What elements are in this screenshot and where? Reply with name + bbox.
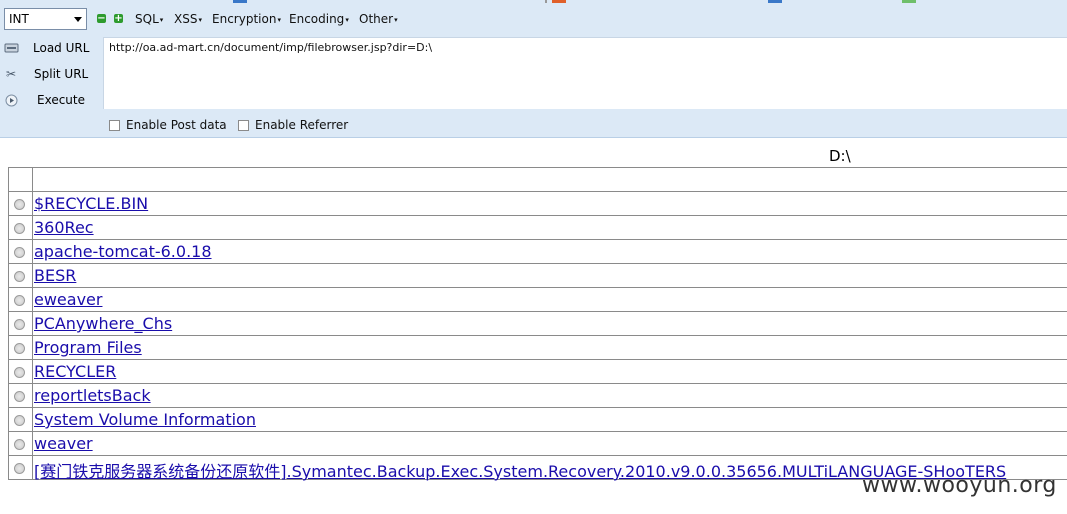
table-row: reportletsBack xyxy=(8,384,1067,408)
select-radio[interactable] xyxy=(14,463,25,474)
table-row: PCAnywhere_Chs xyxy=(8,312,1067,336)
plus-icon[interactable]: + xyxy=(114,14,123,24)
browser-tab-strip xyxy=(0,0,1067,3)
caret-icon: ▾ xyxy=(394,15,398,24)
table-row: Program Files xyxy=(8,336,1067,360)
file-link[interactable]: RECYCLER xyxy=(34,362,116,381)
select-radio[interactable] xyxy=(14,247,25,258)
file-link[interactable]: 360Rec xyxy=(34,218,94,237)
referrer-checkbox-box[interactable] xyxy=(238,119,249,131)
load-url-label: Load URL xyxy=(33,41,90,55)
file-link[interactable]: weaver xyxy=(34,434,93,453)
menu-encoding-label: Encoding xyxy=(289,12,345,26)
enable-referrer-checkbox[interactable]: Enable Referrer xyxy=(238,118,348,132)
file-link[interactable]: PCAnywhere_Chs xyxy=(34,314,172,333)
caret-icon: ▾ xyxy=(345,15,349,24)
caret-icon: ▾ xyxy=(159,15,164,24)
enable-post-label: Enable Post data xyxy=(126,118,227,132)
file-table: $RECYCLE.BIN 360Rec apache-tomcat-6.0.18… xyxy=(8,167,1067,482)
select-radio[interactable] xyxy=(14,439,25,450)
chevron-down-icon xyxy=(74,17,82,22)
scissors-icon: ✂ xyxy=(5,67,17,81)
table-row: 360Rec xyxy=(8,216,1067,240)
file-link[interactable]: eweaver xyxy=(34,290,102,309)
file-link[interactable]: apache-tomcat-6.0.18 xyxy=(34,242,212,261)
select-radio[interactable] xyxy=(14,391,25,402)
table-row: $RECYCLE.BIN xyxy=(8,192,1067,216)
caret-icon: ▾ xyxy=(198,15,202,24)
execute-button[interactable]: Execute xyxy=(0,89,100,113)
select-radio[interactable] xyxy=(14,415,25,426)
table-row: System Volume Information xyxy=(8,408,1067,432)
menu-sql-label: SQL xyxy=(135,12,159,26)
enable-referrer-label: Enable Referrer xyxy=(255,118,349,132)
select-radio[interactable] xyxy=(14,223,25,234)
table-header-row xyxy=(8,168,1067,192)
select-radio[interactable] xyxy=(14,343,25,354)
watermark: www.wooyun.org xyxy=(862,473,1057,498)
caret-icon: ▾ xyxy=(277,15,281,24)
file-link[interactable]: [赛门铁克服务器系统备份还原软件].Symantec.Backup.Exec.S… xyxy=(34,458,1006,482)
menu-other-label: Other xyxy=(359,12,394,26)
table-row: weaver xyxy=(8,432,1067,456)
type-select[interactable]: INT xyxy=(4,8,87,30)
select-radio[interactable] xyxy=(14,367,25,378)
file-link[interactable]: $RECYCLE.BIN xyxy=(34,194,148,213)
load-icon xyxy=(3,41,19,55)
select-radio[interactable] xyxy=(14,319,25,330)
minus-icon[interactable]: − xyxy=(97,14,106,24)
split-url-label: Split URL xyxy=(34,67,89,81)
split-url-button[interactable]: ✂ Split URL xyxy=(0,63,100,87)
file-link[interactable]: System Volume Information xyxy=(34,410,256,429)
select-radio[interactable] xyxy=(14,199,25,210)
url-textarea[interactable]: http://oa.ad-mart.cn/document/imp/filebr… xyxy=(103,37,1067,109)
table-row: eweaver xyxy=(8,288,1067,312)
play-icon xyxy=(3,93,19,107)
select-radio[interactable] xyxy=(14,295,25,306)
file-link[interactable]: Program Files xyxy=(34,338,142,357)
menu-sql[interactable]: SQL▾ xyxy=(135,12,163,26)
execute-label: Execute xyxy=(37,93,85,107)
post-checkbox-box[interactable] xyxy=(109,119,120,131)
file-link[interactable]: reportletsBack xyxy=(34,386,151,405)
table-row: apache-tomcat-6.0.18 xyxy=(8,240,1067,264)
menu-xss-label: XSS xyxy=(174,12,198,26)
menu-other[interactable]: Other▾ xyxy=(359,12,398,26)
url-text: http://oa.ad-mart.cn/document/imp/filebr… xyxy=(109,41,433,54)
table-row: RECYCLER xyxy=(8,360,1067,384)
directory-title: D:\ xyxy=(829,147,851,165)
select-radio[interactable] xyxy=(14,271,25,282)
hackbar-panel: INT − + SQL▾ XSS▾ Encryption▾ Encoding▾ … xyxy=(0,0,1067,138)
enable-post-checkbox[interactable]: Enable Post data xyxy=(109,118,227,132)
menu-encryption[interactable]: Encryption▾ xyxy=(212,12,281,26)
menu-encoding[interactable]: Encoding▾ xyxy=(289,12,349,26)
hackbar-toolbar: INT − + SQL▾ XSS▾ Encryption▾ Encoding▾ … xyxy=(0,7,1067,33)
type-select-value: INT xyxy=(9,12,29,26)
menu-xss[interactable]: XSS▾ xyxy=(174,12,202,26)
table-row: BESR xyxy=(8,264,1067,288)
file-link[interactable]: BESR xyxy=(34,266,76,285)
menu-encryption-label: Encryption xyxy=(212,12,277,26)
load-url-button[interactable]: Load URL xyxy=(0,37,100,61)
